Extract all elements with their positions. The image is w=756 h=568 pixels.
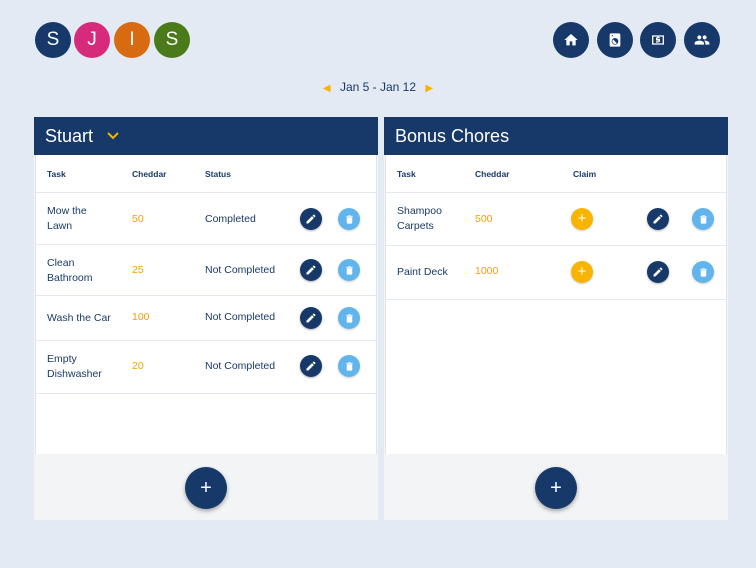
task-name: Clean Bathroom <box>47 257 93 284</box>
user-avatar-j[interactable]: J <box>74 22 110 58</box>
chevron-down-icon[interactable] <box>107 132 119 140</box>
plus-icon: + <box>200 476 212 499</box>
trash-icon <box>345 361 353 371</box>
user-avatar-i[interactable]: I <box>114 22 150 58</box>
cheddar-value: 50 <box>132 213 144 225</box>
user-avatar-s2[interactable]: S <box>154 22 190 58</box>
pencil-icon <box>653 267 663 277</box>
people-button[interactable] <box>684 22 720 58</box>
pencil-icon <box>306 265 316 275</box>
plus-icon: + <box>550 476 562 499</box>
trash-icon <box>345 214 353 224</box>
member-chores-panel: Stuart Task Cheddar Status Mow the Lawn … <box>34 117 378 520</box>
status-text: Not Completed <box>205 264 276 276</box>
header-task: Task <box>397 169 416 179</box>
people-icon <box>694 35 710 45</box>
cheddar-value: 1000 <box>475 265 499 277</box>
table-row: Mow the Lawn 50 Completed <box>36 192 376 245</box>
trash-icon <box>699 267 707 277</box>
status-text: Not Completed <box>205 311 276 323</box>
trash-icon <box>699 214 707 224</box>
header-task: Task <box>47 169 66 179</box>
header-cheddar: Cheddar <box>132 169 167 179</box>
laundry-button[interactable] <box>597 22 633 58</box>
edit-button[interactable] <box>300 355 322 377</box>
panel-header: Stuart <box>34 117 378 155</box>
washer-icon <box>609 33 621 47</box>
edit-button[interactable] <box>300 208 322 230</box>
delete-button[interactable] <box>338 208 360 230</box>
cash-icon <box>652 35 664 45</box>
pencil-icon <box>306 214 316 224</box>
header-claim: Claim <box>573 169 597 179</box>
delete-button[interactable] <box>692 208 714 230</box>
pencil-icon <box>653 214 663 224</box>
cash-button[interactable] <box>640 22 676 58</box>
claim-button[interactable]: + <box>571 261 593 283</box>
pencil-icon <box>306 361 316 371</box>
bonus-chores-panel: Bonus Chores Task Cheddar Claim Shampoo … <box>384 117 728 520</box>
chores-table: Task Cheddar Status Mow the Lawn 50 Comp… <box>35 155 377 454</box>
header-status: Status <box>205 169 231 179</box>
task-name: Shampoo Carpets <box>397 205 442 232</box>
delete-button[interactable] <box>338 259 360 281</box>
header-cheddar: Cheddar <box>475 169 510 179</box>
task-name: Wash the Car <box>47 312 111 324</box>
table-row: Clean Bathroom 25 Not Completed <box>36 244 376 296</box>
member-name[interactable]: Stuart <box>45 126 93 147</box>
claim-button[interactable]: + <box>571 208 593 230</box>
delete-button[interactable] <box>338 355 360 377</box>
cheddar-value: 500 <box>475 213 493 225</box>
edit-button[interactable] <box>647 261 669 283</box>
delete-button[interactable] <box>692 261 714 283</box>
cheddar-value: 25 <box>132 264 144 276</box>
cheddar-value: 100 <box>132 311 150 323</box>
trash-icon <box>345 265 353 275</box>
status-text: Completed <box>205 213 256 225</box>
task-name: Paint Deck <box>397 266 448 278</box>
home-icon <box>564 34 578 46</box>
prev-week-icon[interactable]: ◀ <box>323 83 331 94</box>
pencil-icon <box>306 313 316 323</box>
week-selector: ◀ Jan 5 - Jan 12 ▶ <box>0 80 756 94</box>
home-button[interactable] <box>553 22 589 58</box>
task-name: Mow the Lawn <box>47 205 87 232</box>
table-row: Paint Deck 1000 + <box>386 245 726 300</box>
edit-button[interactable] <box>300 259 322 281</box>
table-row: Shampoo Carpets 500 + <box>386 192 726 246</box>
user-avatar-stuart[interactable]: S <box>35 22 71 58</box>
week-label: Jan 5 - Jan 12 <box>339 80 417 94</box>
table-row: Wash the Car 100 Not Completed <box>36 295 376 341</box>
bonus-chores-table: Task Cheddar Claim Shampoo Carpets 500 +… <box>385 155 727 454</box>
task-name: Empty Dishwasher <box>47 353 102 380</box>
panel-title: Bonus Chores <box>395 125 510 146</box>
table-row: Empty Dishwasher 20 Not Completed <box>36 340 376 394</box>
status-text: Not Completed <box>205 360 276 372</box>
edit-button[interactable] <box>300 307 322 329</box>
add-bonus-chore-button[interactable]: + <box>535 467 577 509</box>
trash-icon <box>345 313 353 323</box>
next-week-icon[interactable]: ▶ <box>425 83 433 94</box>
add-chore-button[interactable]: + <box>185 467 227 509</box>
delete-button[interactable] <box>338 307 360 329</box>
cheddar-value: 20 <box>132 360 144 372</box>
panel-header: Bonus Chores <box>384 117 728 155</box>
edit-button[interactable] <box>647 208 669 230</box>
